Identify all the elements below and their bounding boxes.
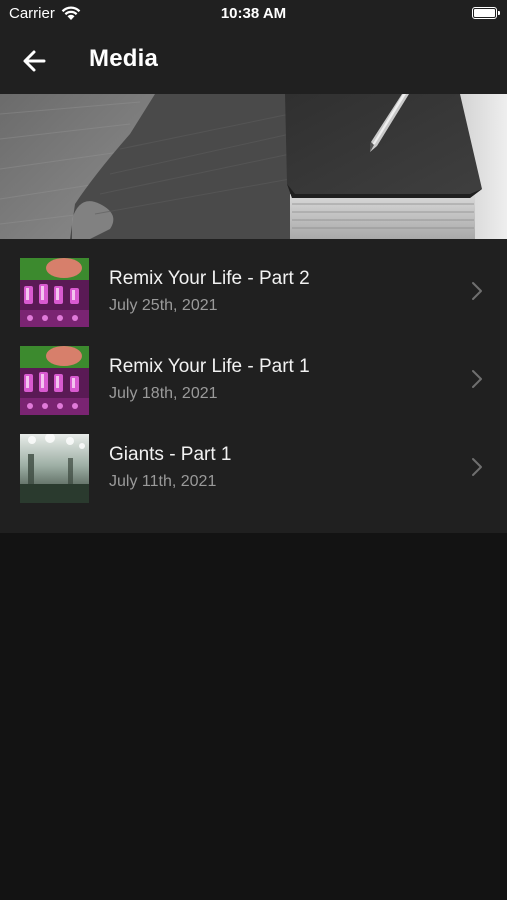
status-bar: Carrier 10:38 AM	[0, 0, 507, 28]
mixing-console-photo	[20, 258, 89, 327]
media-item-title: Remix Your Life - Part 1	[109, 356, 310, 377]
media-list: Remix Your Life - Part 2 July 25th, 2021	[0, 239, 507, 533]
thumbnail	[20, 434, 89, 503]
chevron-right-icon	[472, 458, 482, 476]
chevron-right-icon	[472, 282, 482, 300]
media-item-remix-your-life-part-2[interactable]: Remix Your Life - Part 2 July 25th, 2021	[0, 251, 507, 339]
media-item-title: Giants - Part 1	[109, 444, 232, 465]
battery-icon	[472, 7, 500, 19]
navigation-bar: Media	[0, 28, 507, 94]
media-item-giants-part-1[interactable]: Giants - Part 1 July 11th, 2021	[0, 427, 507, 515]
mixing-console-photo	[20, 346, 89, 415]
desk-book-pen-photo	[0, 94, 507, 239]
chevron-right-icon	[472, 370, 482, 388]
media-item-title: Remix Your Life - Part 2	[109, 268, 310, 289]
clock: 10:38 AM	[220, 5, 287, 22]
media-item-date: July 11th, 2021	[109, 473, 217, 490]
banner-image	[0, 94, 507, 239]
arrow-left-icon	[23, 50, 46, 72]
thumbnail	[20, 258, 89, 327]
media-item-date: July 18th, 2021	[109, 385, 218, 402]
back-button[interactable]	[18, 46, 52, 76]
media-screen: Carrier 10:38 AM Media Remix Your Life -…	[0, 0, 507, 900]
thumbnail	[20, 346, 89, 415]
forest-photo	[20, 434, 89, 503]
media-item-remix-your-life-part-1[interactable]: Remix Your Life - Part 1 July 18th, 2021	[0, 339, 507, 427]
page-title: Media	[89, 45, 159, 72]
media-item-date: July 25th, 2021	[109, 297, 218, 314]
